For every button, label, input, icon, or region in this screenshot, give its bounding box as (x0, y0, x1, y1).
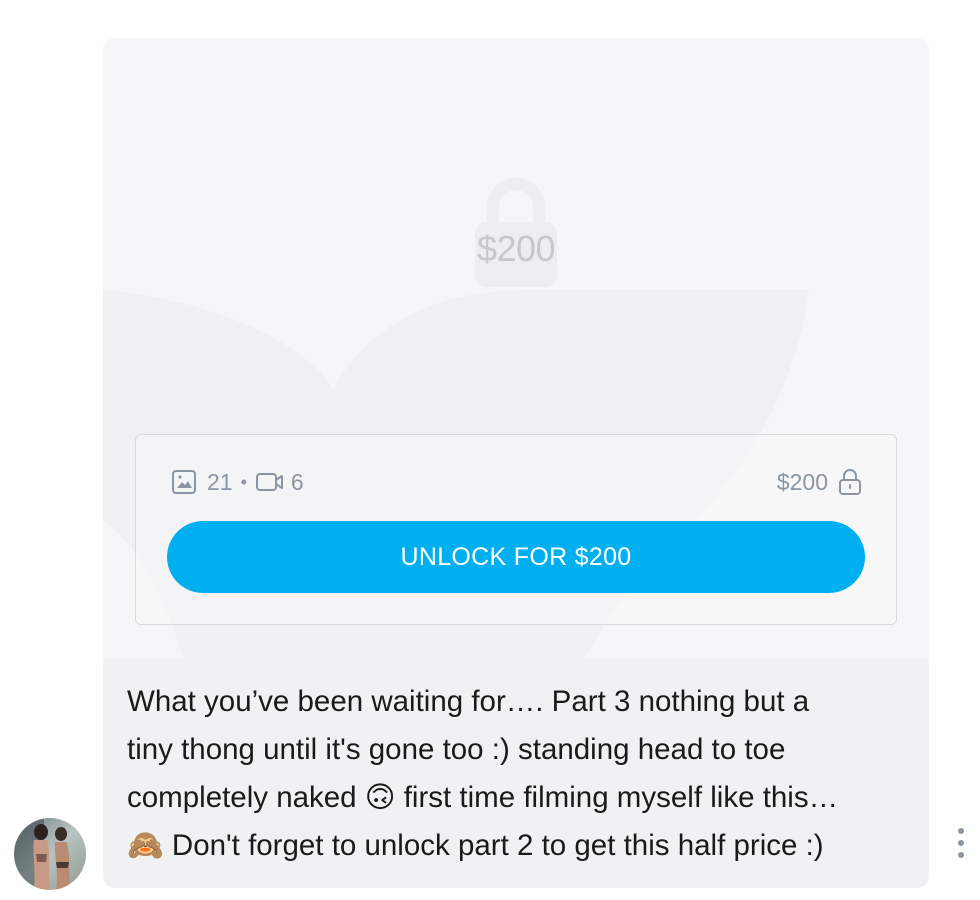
locked-media-card[interactable]: $200 21 • 6 $200 UNLOCK FOR $200 (103, 38, 929, 658)
lock-icon (838, 468, 862, 496)
unlock-panel: 21 • 6 $200 UNLOCK FOR $200 (135, 434, 897, 625)
more-vertical-icon (958, 828, 964, 834)
image-icon (171, 469, 197, 495)
media-counts: 21 • 6 (171, 467, 304, 497)
locked-price-overlay: $200 (476, 228, 556, 269)
video-camera-icon (255, 471, 285, 493)
price-tag: $200 (777, 467, 862, 497)
caption-line: What you’ve been waiting for…. Part 3 no… (127, 685, 810, 718)
avatar[interactable] (14, 818, 86, 890)
message-caption: What you’ve been waiting for…. Part 3 no… (103, 658, 929, 888)
caption-line: tiny thong until it's gone too :) standi… (127, 733, 786, 766)
price-label: $200 (776, 468, 828, 495)
video-count: 6 (290, 468, 304, 495)
unlock-button[interactable]: UNLOCK FOR $200 (167, 521, 865, 593)
more-options-button[interactable] (952, 828, 970, 858)
caption-line: 🙈 Don't forget to unlock part 2 to get t… (127, 829, 824, 862)
photo-count: 21 (207, 468, 233, 495)
count-separator: • (240, 471, 247, 492)
chat-message: $200 21 • 6 $200 UNLOCK FOR $200 What yo… (0, 0, 980, 900)
caption-line: completely naked 🙃 first time filming my… (127, 781, 839, 814)
